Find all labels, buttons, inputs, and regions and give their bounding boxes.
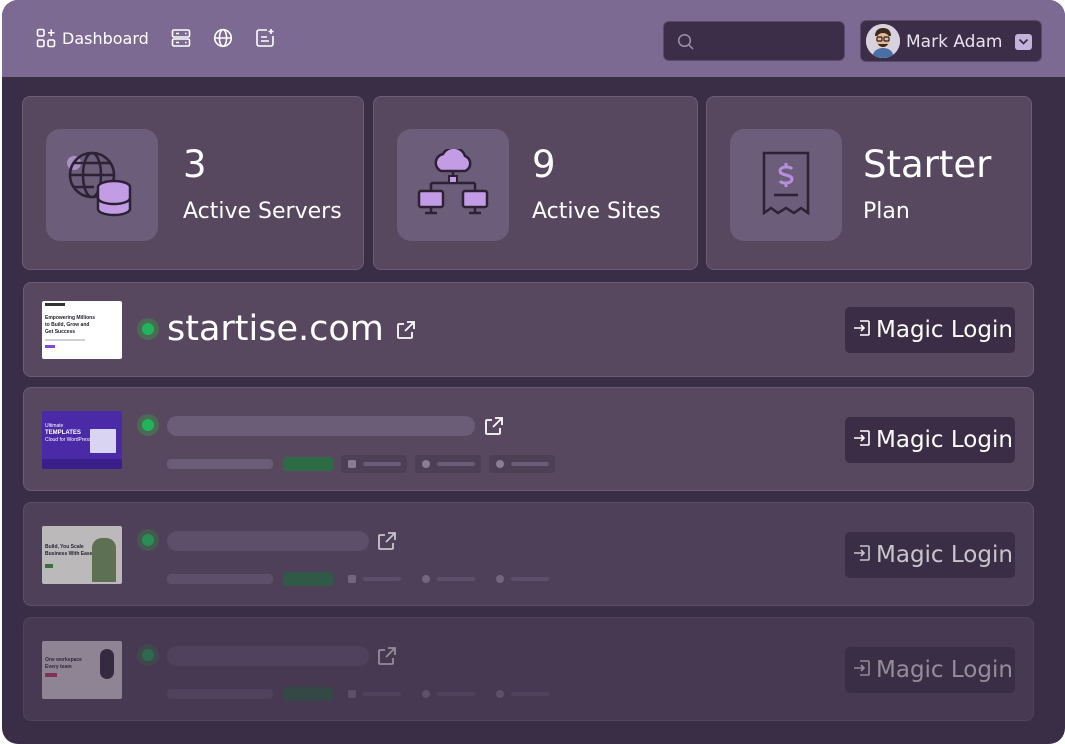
thumbnail-text: Empowering Millions [45, 315, 96, 321]
meta-placeholder [167, 689, 273, 699]
notes-icon [255, 28, 275, 48]
external-link-icon[interactable] [376, 530, 398, 556]
meta-item [341, 570, 407, 588]
status-indicator [137, 414, 159, 436]
stat-label: Active Servers [183, 199, 342, 224]
user-name: Mark Adam [906, 32, 1003, 52]
meta-item [489, 570, 555, 588]
thumbnail-text: Build, You Scale [45, 544, 84, 550]
meta-item [415, 685, 481, 703]
top-bar: Dashboard Mark Adam [2, 0, 1065, 77]
magic-login-label: Magic Login [876, 542, 1013, 568]
login-icon [845, 428, 872, 452]
main-nav: Dashboard [36, 28, 297, 48]
thumbnail-text: Ultimate [45, 423, 64, 429]
site-thumbnail: Ultimate TEMPLATES Cloud for WordPress [42, 411, 122, 469]
nav-sites[interactable] [213, 28, 233, 48]
thumbnail-text: Every team [45, 664, 72, 670]
meta-item [341, 685, 407, 703]
site-row: One workspace Every team Magic Login [23, 617, 1034, 721]
magic-login-label: Magic Login [876, 427, 1013, 453]
login-icon [845, 543, 872, 567]
external-link-icon[interactable] [376, 645, 398, 671]
site-name-placeholder [167, 416, 475, 436]
meta-placeholder [167, 574, 273, 584]
stat-card-sites: 9 Active Sites [373, 96, 698, 270]
site-thumbnail: One workspace Every team [42, 641, 122, 699]
thumbnail-text: Get Success [45, 329, 76, 335]
site-row: Ultimate TEMPLATES Cloud for WordPress M… [23, 387, 1034, 491]
meta-placeholder [167, 459, 273, 469]
status-badge-placeholder [283, 687, 333, 701]
meta-item [489, 455, 555, 473]
globe-database-icon [46, 129, 158, 241]
magic-login-button[interactable]: Magic Login [845, 532, 1015, 578]
nav-servers[interactable] [171, 28, 191, 48]
meta-item [415, 455, 481, 473]
nav-dashboard[interactable]: Dashboard [36, 28, 149, 48]
magic-login-label: Magic Login [876, 657, 1013, 683]
user-menu[interactable]: Mark Adam [860, 20, 1042, 62]
site-name-placeholder [167, 531, 369, 551]
site-row: Empowering Millions to Build, Grow and G… [23, 282, 1034, 377]
app-window: Dashboard Mark Adam 3 Active Servers 9 A… [2, 0, 1065, 744]
status-indicator [137, 644, 159, 666]
status-indicator [137, 529, 159, 551]
servers-icon [171, 28, 191, 48]
invoice-dollar-icon [730, 129, 842, 241]
status-badge-placeholder [283, 572, 333, 586]
login-icon [845, 658, 872, 682]
site-name-placeholder [167, 646, 369, 666]
stat-value: Starter [863, 143, 992, 186]
site-row: Build, You Scale Business With Ease Magi… [23, 502, 1034, 606]
avatar [866, 24, 900, 58]
login-icon [845, 318, 872, 342]
stat-card-servers: 3 Active Servers [22, 96, 364, 270]
globe-icon [213, 28, 233, 48]
status-badge-placeholder [283, 457, 333, 471]
magic-login-button[interactable]: Magic Login [845, 647, 1015, 693]
site-thumbnail: Build, You Scale Business With Ease [42, 526, 122, 584]
stat-label: Active Sites [532, 199, 661, 224]
status-indicator [137, 318, 159, 340]
magic-login-button[interactable]: Magic Login [845, 307, 1015, 353]
stat-value: 3 [183, 143, 207, 186]
meta-item [489, 685, 555, 703]
thumbnail-text: Cloud for WordPress [45, 437, 92, 443]
magic-login-button[interactable]: Magic Login [845, 417, 1015, 463]
external-link-icon[interactable] [395, 319, 417, 345]
search-box[interactable] [663, 21, 845, 61]
thumbnail-text: One workspace [45, 657, 82, 663]
nav-notes[interactable] [255, 28, 275, 48]
cloud-network-icon [397, 129, 509, 241]
site-thumbnail: Empowering Millions to Build, Grow and G… [42, 301, 122, 359]
external-link-icon[interactable] [483, 415, 505, 441]
magic-login-label: Magic Login [876, 317, 1013, 343]
thumbnail-text: to Build, Grow and [45, 322, 90, 328]
stat-value: 9 [532, 143, 556, 186]
chevron-down-icon[interactable] [1015, 34, 1032, 50]
thumbnail-text: Business With Ease [45, 551, 93, 557]
nav-dashboard-label: Dashboard [62, 28, 149, 48]
thumbnail-text: TEMPLATES [45, 430, 81, 436]
site-name[interactable]: startise.com [167, 309, 384, 349]
dashboard-icon [36, 28, 56, 48]
meta-item [415, 570, 481, 588]
stat-label: Plan [863, 199, 910, 224]
meta-item [341, 455, 407, 473]
stat-card-plan: Starter Plan [706, 96, 1032, 270]
